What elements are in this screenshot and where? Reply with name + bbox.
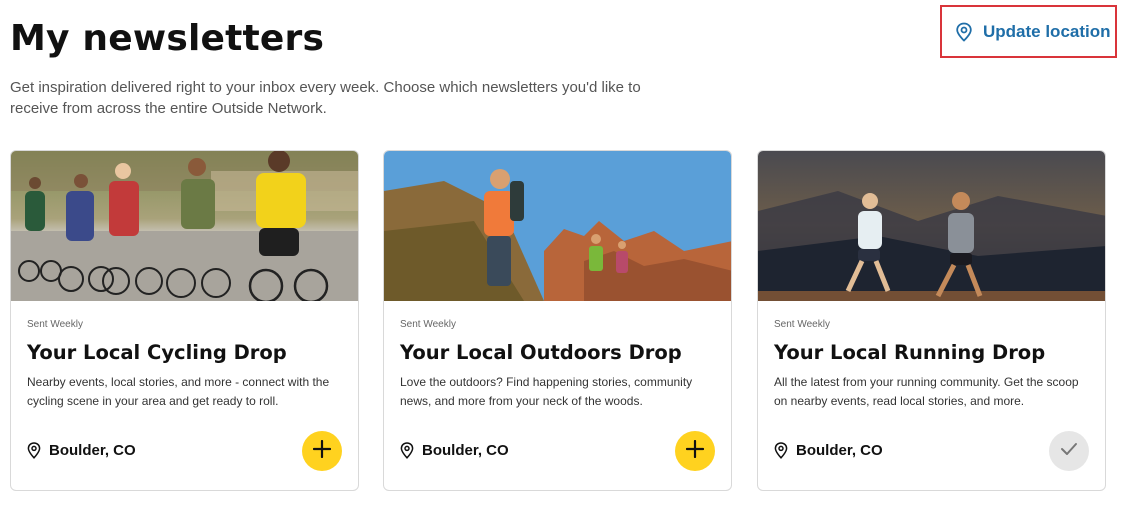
running-image	[758, 151, 1105, 301]
location-pin-icon	[774, 442, 788, 459]
newsletter-card-running: Sent Weekly Your Local Running Drop All …	[757, 150, 1106, 491]
card-description: Nearby events, local stories, and more -…	[27, 375, 330, 408]
plus-icon	[312, 439, 332, 463]
card-location-label: Boulder, CO	[49, 442, 136, 459]
card-location-label: Boulder, CO	[796, 442, 883, 459]
location-pin-icon	[400, 442, 414, 459]
card-title: Your Local Outdoors Drop	[400, 341, 682, 364]
card-location: Boulder, CO	[400, 442, 509, 459]
card-location: Boulder, CO	[774, 442, 883, 459]
card-title: Your Local Running Drop	[774, 341, 1046, 364]
check-icon	[1060, 442, 1078, 461]
card-location: Boulder, CO	[27, 442, 136, 459]
update-location-button[interactable]: Update location	[940, 5, 1117, 58]
card-frequency: Sent Weekly	[27, 319, 83, 330]
update-location-label: Update location	[983, 21, 1111, 41]
card-frequency: Sent Weekly	[774, 319, 830, 330]
subscribe-button[interactable]	[675, 431, 715, 471]
newsletter-card-outdoors: Sent Weekly Your Local Outdoors Drop Lov…	[383, 150, 732, 491]
card-title: Your Local Cycling Drop	[27, 341, 287, 364]
page-title: My newsletters	[10, 18, 325, 59]
card-description: All the latest from your running communi…	[774, 375, 1079, 408]
card-description: Love the outdoors? Find happening storie…	[400, 375, 693, 408]
location-pin-icon	[955, 22, 973, 42]
cycling-image	[11, 151, 358, 301]
outdoors-image	[384, 151, 731, 301]
subscribe-button[interactable]	[302, 431, 342, 471]
subscribed-button[interactable]	[1049, 431, 1089, 471]
card-location-label: Boulder, CO	[422, 442, 509, 459]
plus-icon	[685, 439, 705, 463]
newsletter-card-cycling: Sent Weekly Your Local Cycling Drop Near…	[10, 150, 359, 491]
card-frequency: Sent Weekly	[400, 319, 456, 330]
page-intro: Get inspiration delivered right to your …	[10, 79, 641, 117]
location-pin-icon	[27, 442, 41, 459]
